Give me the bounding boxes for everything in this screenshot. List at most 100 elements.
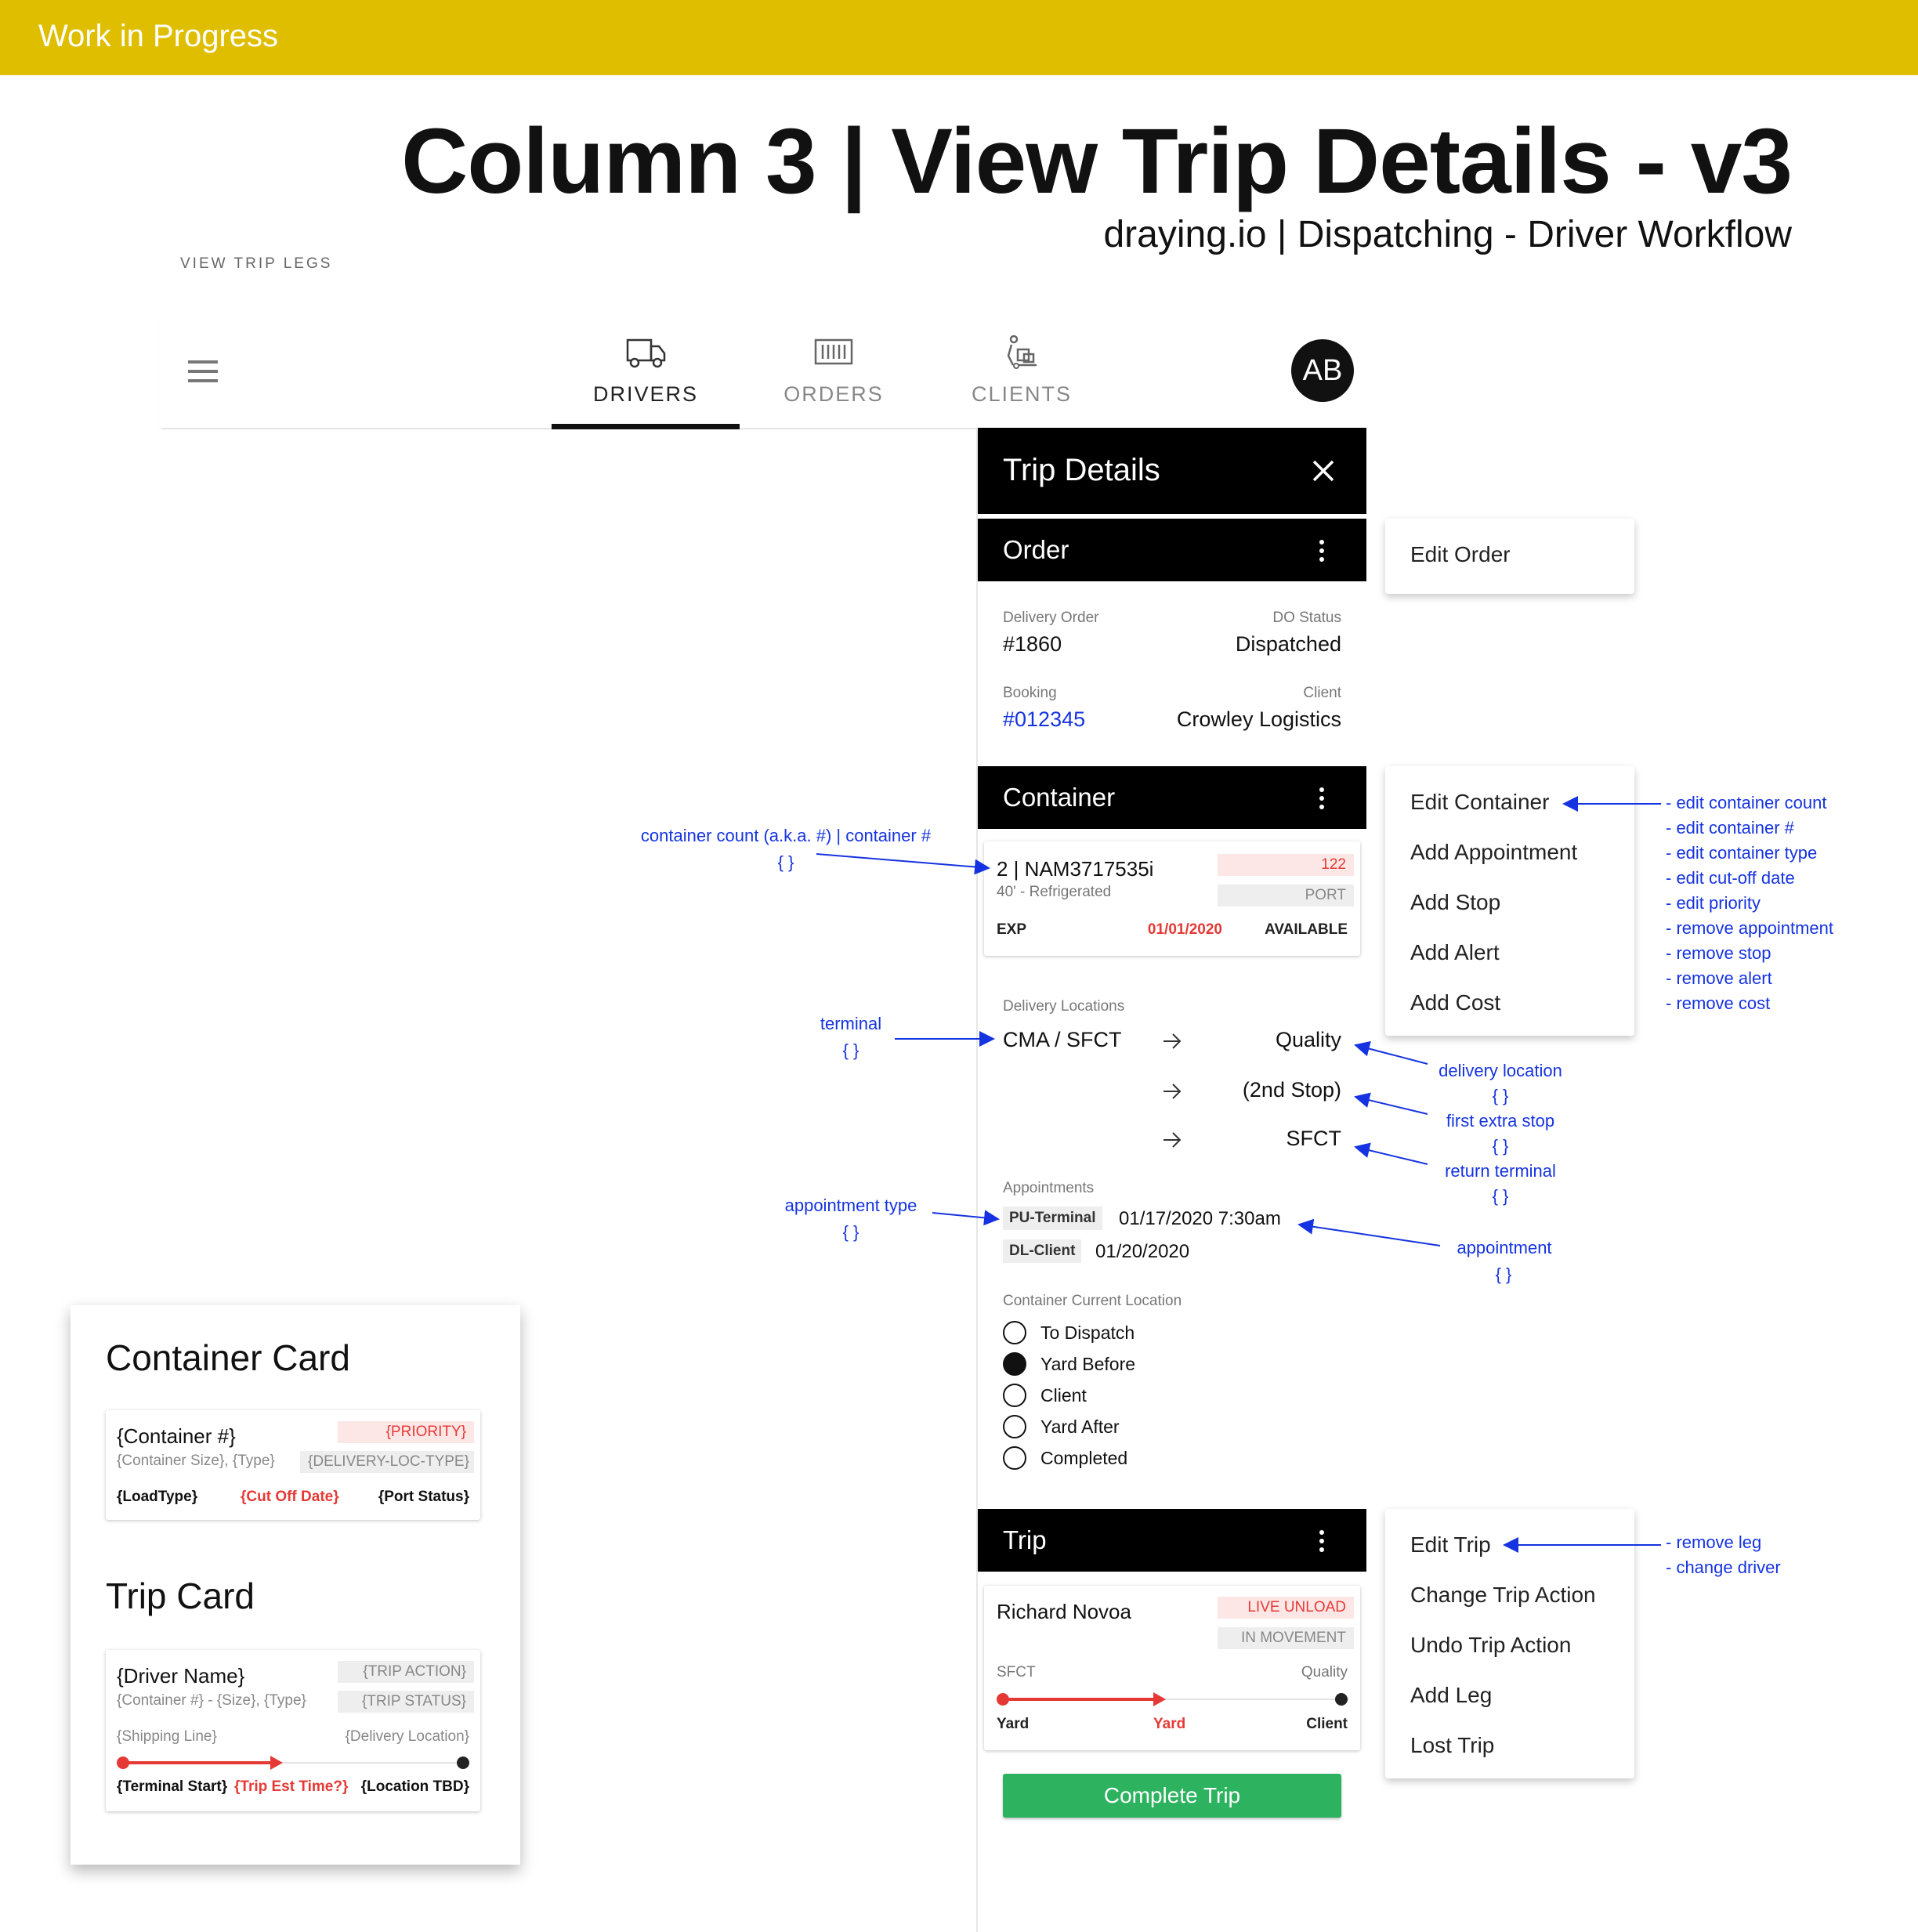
container-card[interactable]: 2 | NAM3717535i 40' - Refrigerated 122 P… (984, 841, 1360, 956)
annotation-braces: { } (842, 1222, 859, 1242)
legend-location-tbd: {Location TBD} (360, 1778, 469, 1795)
annotation-edit-item: - edit container type (1666, 843, 1818, 863)
delivery-order-value: #1860 (1003, 632, 1062, 656)
progress-fill (1004, 1698, 1160, 1701)
radio-label: To Dispatch (1040, 1322, 1135, 1343)
appointments-label: Appointments (1003, 1180, 1095, 1196)
radio-label: Client (1040, 1385, 1087, 1406)
order-menu: Edit Order (1385, 519, 1634, 594)
port-badge: PORT (1218, 885, 1354, 906)
menu-item-add-cost[interactable]: Add Cost (1410, 990, 1500, 1015)
legend-trip-eta: {Trip Est Time?} (234, 1778, 349, 1795)
menu-item-add-appointment[interactable]: Add Appointment (1410, 840, 1577, 865)
menu-icon[interactable] (188, 360, 218, 382)
return-terminal: SFCT (1286, 1127, 1342, 1150)
radio-to-dispatch[interactable] (1003, 1321, 1026, 1344)
radio-client[interactable] (1003, 1384, 1026, 1407)
delivery-location: Quality (1275, 1028, 1341, 1051)
complete-trip-button[interactable]: Complete Trip (1003, 1774, 1341, 1818)
menu-item-add-leg[interactable]: Add Leg (1410, 1683, 1492, 1708)
booking-link[interactable]: #012345 (1003, 707, 1085, 732)
container-header-title: Container (1003, 783, 1116, 812)
driver-name: Richard Novoa (997, 1600, 1131, 1623)
appointment-type-tag: DL-Client (1003, 1239, 1082, 1263)
arrow-right-icon (1163, 1033, 1182, 1049)
tab-orders[interactable]: ORDERS (740, 317, 928, 428)
order-more-icon[interactable] (1319, 540, 1326, 566)
container-size-type: 40' - Refrigerated (997, 884, 1112, 900)
annotation-edit-item: - edit container count (1666, 793, 1827, 812)
hand-truck-icon (1007, 335, 1037, 369)
menu-item-add-stop[interactable]: Add Stop (1410, 890, 1500, 915)
radio-completed[interactable] (1003, 1446, 1026, 1470)
end-dot (1335, 1693, 1348, 1706)
container-section-header: Container (978, 766, 1366, 829)
trip-details-header: Trip Details (978, 428, 1366, 514)
close-icon[interactable] (1312, 459, 1335, 483)
load-type: EXP (997, 921, 1027, 938)
top-nav: DRIVERS ORDERS CLIENTS AB (160, 317, 1366, 429)
appointment-type-tag: PU-Terminal (1003, 1207, 1102, 1230)
legend-trip-card: {Driver Name} {Container #} - {Size}, {T… (106, 1650, 480, 1811)
wip-banner: Work in Progress (0, 0, 1918, 75)
tab-clients[interactable]: CLIENTS (928, 317, 1116, 428)
avatar[interactable]: AB (1291, 339, 1354, 402)
menu-item-add-alert[interactable]: Add Alert (1410, 940, 1500, 965)
trip-menu: Edit Trip Change Trip Action Undo Trip A… (1385, 1509, 1634, 1778)
order-header-title: Order (1003, 535, 1069, 564)
legend-progress-fill (125, 1761, 277, 1764)
radio-label: Yard Before (1040, 1354, 1136, 1374)
annotation-container-count: container count (a.k.a. #) | container # (640, 826, 932, 845)
page-title: Column 3 | View Trip Details - v3 (401, 110, 1793, 213)
tab-drivers[interactable]: DRIVERS (552, 317, 740, 429)
legend-terminal-start: {Terminal Start} (117, 1778, 228, 1795)
annotation-edit-item: - remove leg (1666, 1532, 1762, 1552)
trip-card[interactable]: Richard Novoa LIVE UNLOAD IN MOVEMENT SF… (984, 1586, 1360, 1750)
panel-title: Trip Details (1003, 453, 1160, 487)
radio-yard-after[interactable] (1003, 1415, 1026, 1438)
container-menu: Edit Container Add Appointment Add Stop … (1385, 766, 1634, 1036)
annotation-edit-item: - change driver (1666, 1558, 1781, 1577)
menu-item-edit-trip[interactable]: Edit Trip (1410, 1532, 1491, 1558)
legend-container-number: {Container #} (117, 1424, 236, 1448)
arrow-right-icon (1163, 1132, 1182, 1148)
legend-container-sub: {Container Size}, {Type} (117, 1453, 275, 1469)
annotation-braces: { } (1495, 1264, 1512, 1284)
truck-icon (626, 338, 666, 368)
port-status: AVAILABLE (1265, 921, 1348, 938)
booking-label: Booking (1003, 685, 1057, 701)
extra-stop: (2nd Stop) (1242, 1078, 1341, 1102)
legend-container-card-title: Container Card (106, 1337, 350, 1378)
current-location-label: Container Current Location (1003, 1293, 1182, 1309)
legend-trip-sub: {Container #} - {Size}, {Type} (117, 1692, 306, 1709)
annotation-edit-item: - edit priority (1666, 893, 1761, 913)
menu-item-edit-container[interactable]: Edit Container (1410, 790, 1549, 815)
legend-delivery-location: {Delivery Location} (345, 1728, 469, 1745)
annotation-return-terminal: return terminal (1445, 1161, 1556, 1181)
trip-more-icon[interactable] (1319, 1530, 1326, 1556)
annotation-braces: { } (1492, 1086, 1509, 1105)
annotation-edit-item: - remove alert (1666, 968, 1772, 988)
legend-shipping-line: {Shipping Line} (117, 1728, 217, 1745)
section-label: VIEW TRIP LEGS (180, 255, 333, 272)
menu-item-edit-order[interactable]: Edit Order (1410, 542, 1511, 567)
delivery-locations-label: Delivery Locations (1003, 998, 1125, 1015)
annotation-braces: { } (842, 1040, 859, 1060)
annotation-edit-item: - edit container # (1666, 818, 1794, 838)
do-status-label: DO Status (1272, 610, 1341, 626)
menu-item-lost-trip[interactable]: Lost Trip (1410, 1733, 1494, 1758)
legend-end-dot (457, 1757, 469, 1769)
radio-yard-before[interactable] (1003, 1352, 1026, 1376)
annotation-appointment: appointment (1457, 1238, 1552, 1257)
do-status-value: Dispatched (1235, 632, 1341, 656)
legend-trip-status-badge: {TRIP STATUS} (338, 1691, 474, 1713)
trip-to: Quality (1301, 1664, 1348, 1681)
menu-item-change-trip-action[interactable]: Change Trip Action (1410, 1583, 1596, 1608)
container-icon (814, 338, 853, 365)
legend-trip-action-badge: {TRIP ACTION} (338, 1661, 474, 1683)
menu-item-undo-trip-action[interactable]: Undo Trip Action (1410, 1633, 1571, 1658)
container-more-icon[interactable] (1319, 787, 1326, 813)
banner-text: Work in Progress (38, 19, 279, 53)
tab-clients-label: CLIENTS (971, 382, 1073, 406)
annotation-delivery-location: delivery location (1438, 1061, 1562, 1080)
